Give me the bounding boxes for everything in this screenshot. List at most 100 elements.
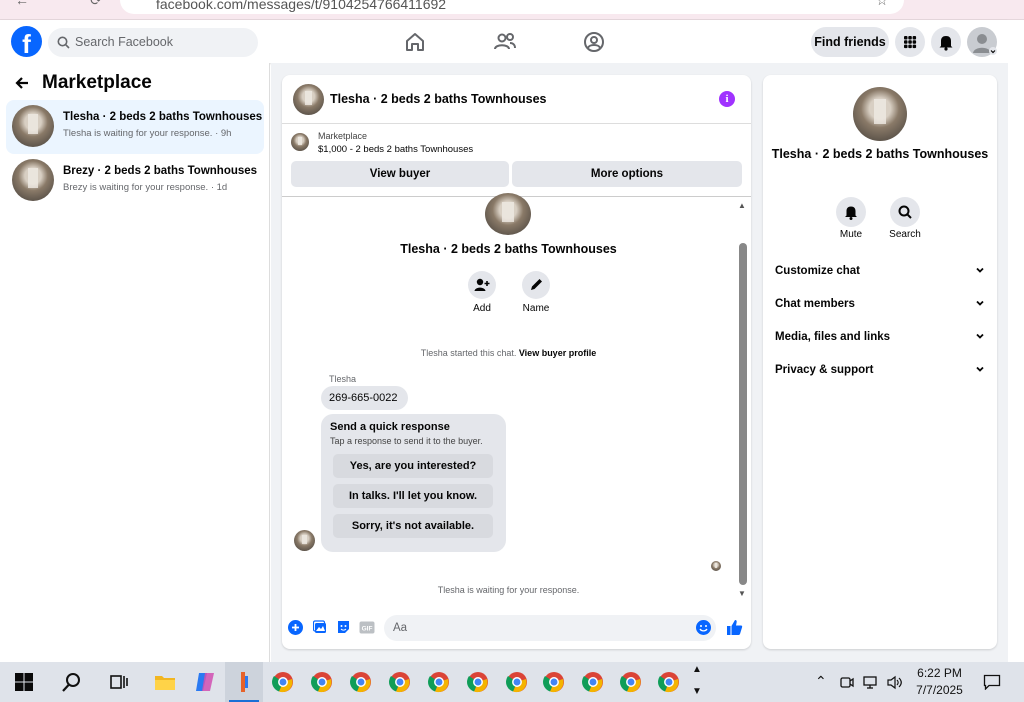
search-input[interactable]: Search Facebook <box>48 28 258 57</box>
conversation-item[interactable]: Tlesha · 2 beds 2 baths Townhouses Tlesh… <box>6 100 264 154</box>
clock-date[interactable]: 7/7/2025 <box>912 683 967 697</box>
quick-reply-label: In talks. I'll let you know. <box>348 490 478 502</box>
scroll-up-icon[interactable]: ▲ <box>738 201 746 210</box>
conversation-title: Brezy · 2 beds 2 baths Townhouses <box>63 165 258 177</box>
chrome-icon[interactable] <box>505 670 529 694</box>
address-bar[interactable]: facebook.com/messages/t/9104254766411692 <box>120 0 904 14</box>
account-avatar[interactable] <box>967 27 997 57</box>
chrome-icon[interactable] <box>466 670 490 694</box>
scrollbar-thumb[interactable] <box>739 243 747 585</box>
find-friends-label: Find friends <box>814 35 886 49</box>
copilot-icon[interactable] <box>193 670 217 694</box>
listing-banner: Marketplace $1,000 - 2 beds 2 baths Town… <box>282 124 751 197</box>
network-icon[interactable] <box>863 675 879 690</box>
file-explorer-icon[interactable] <box>153 670 177 694</box>
menu-grid-button[interactable] <box>895 27 925 57</box>
facebook-logo[interactable]: f <box>11 26 42 57</box>
task-view-icon[interactable] <box>107 670 131 694</box>
section-label: Media, files and links <box>775 331 891 343</box>
section-media-files-links[interactable]: Media, files and links <box>775 331 985 343</box>
chat-title[interactable]: Tlesha · 2 beds 2 baths Townhouses <box>330 92 546 106</box>
details-title: Tlesha · 2 beds 2 baths Townhouses <box>771 147 989 161</box>
search-icon[interactable] <box>60 670 84 694</box>
back-icon[interactable]: ← <box>14 0 30 8</box>
chrome-icon[interactable] <box>349 670 373 694</box>
chat-scrollbar[interactable]: ▲ ▼ <box>737 197 749 603</box>
clock-time[interactable]: 6:22 PM <box>912 666 967 680</box>
chrome-icon[interactable] <box>310 670 334 694</box>
read-receipt-avatar <box>711 561 721 571</box>
chevron-down-icon <box>975 298 985 311</box>
chat-avatar[interactable] <box>293 84 324 115</box>
photo-icon[interactable] <box>313 620 328 635</box>
chrome-icon[interactable] <box>388 670 412 694</box>
thumbs-up-icon[interactable] <box>726 619 743 636</box>
chrome-icon[interactable] <box>542 670 566 694</box>
section-label: Chat members <box>775 298 855 310</box>
page-scrollbar[interactable] <box>1008 20 1024 662</box>
listing-price-title[interactable]: $1,000 - 2 beds 2 baths Townhouses <box>318 144 473 155</box>
notifications-button[interactable] <box>931 27 961 57</box>
friends-icon[interactable] <box>492 29 518 55</box>
bookmark-star-icon[interactable]: ☆ <box>874 0 890 8</box>
taskbar-scroll-down-icon[interactable]: ▼ <box>692 686 702 697</box>
mute-button[interactable] <box>836 197 866 227</box>
meet-now-icon[interactable] <box>839 675 854 690</box>
groups-icon[interactable] <box>581 29 607 55</box>
home-icon[interactable] <box>402 29 428 55</box>
quick-reply-button[interactable]: Sorry, it's not available. <box>333 514 493 538</box>
conversation-snippet: Tlesha is waiting for your response. · 9… <box>63 128 232 139</box>
sticker-icon[interactable] <box>336 620 351 635</box>
view-buyer-profile-link[interactable]: View buyer profile <box>519 348 596 358</box>
windows-start-icon[interactable] <box>12 670 36 694</box>
gif-icon[interactable]: GIF <box>359 620 375 635</box>
add-button[interactable] <box>468 271 496 299</box>
search-icon <box>57 36 70 49</box>
grid-icon <box>904 36 917 49</box>
name-button[interactable] <box>522 271 550 299</box>
find-friends-button[interactable]: Find friends <box>811 27 889 57</box>
listing-thumbnail[interactable] <box>291 133 309 151</box>
chrome-icon[interactable] <box>619 670 643 694</box>
taskbar-scroll-up-icon[interactable]: ▲ <box>692 664 702 675</box>
view-buyer-button[interactable]: View buyer <box>291 161 509 187</box>
bell-icon <box>939 36 953 51</box>
message-input[interactable]: Aa <box>384 615 716 641</box>
back-arrow-icon[interactable] <box>14 75 30 91</box>
message-text: 269-665-0022 <box>329 392 398 404</box>
section-chat-members[interactable]: Chat members <box>775 298 985 310</box>
reload-icon[interactable]: ⟳ <box>88 0 104 8</box>
conversation-item[interactable]: Brezy · 2 beds 2 baths Townhouses Brezy … <box>6 154 264 208</box>
tray-chevron-up-icon[interactable]: ⌃ <box>815 673 827 690</box>
section-label: Customize chat <box>775 265 860 277</box>
chevron-down-icon <box>975 364 985 377</box>
sender-avatar <box>294 530 315 551</box>
quick-reply-button[interactable]: Yes, are you interested? <box>333 454 493 478</box>
chrome-icon[interactable] <box>581 670 605 694</box>
intro-avatar <box>485 193 531 235</box>
emoji-icon[interactable] <box>696 620 711 635</box>
svg-text:GIF: GIF <box>362 626 373 633</box>
scroll-down-icon[interactable]: ▼ <box>738 589 746 598</box>
chat-header: Tlesha · 2 beds 2 baths Townhouses i <box>282 75 751 124</box>
section-customize-chat[interactable]: Customize chat <box>775 265 985 277</box>
volume-icon[interactable] <box>886 675 903 690</box>
chrome-icon[interactable] <box>271 670 295 694</box>
chrome-icon[interactable] <box>427 670 451 694</box>
quick-response-subtitle: Tap a response to send it to the buyer. <box>330 436 483 446</box>
info-icon[interactable]: i <box>719 91 735 107</box>
chrome-icon[interactable] <box>657 670 681 694</box>
app-icon[interactable] <box>232 670 256 694</box>
quick-reply-button[interactable]: In talks. I'll let you know. <box>333 484 493 508</box>
message-bubble[interactable]: 269-665-0022 <box>321 386 408 410</box>
chevron-down-icon <box>975 331 985 344</box>
search-in-chat-button[interactable] <box>890 197 920 227</box>
more-options-button[interactable]: More options <box>512 161 742 187</box>
browser-toolbar: ← ⟳ facebook.com/messages/t/910425476641… <box>0 0 1024 20</box>
details-avatar[interactable] <box>853 87 907 141</box>
message-list: Tlesha · 2 beds 2 baths Townhouses Add N… <box>282 193 751 603</box>
sidebar-header: Marketplace <box>14 72 152 94</box>
section-privacy-support[interactable]: Privacy & support <box>775 364 985 376</box>
notification-center-icon[interactable] <box>983 674 1001 690</box>
plus-circle-icon[interactable] <box>288 620 303 635</box>
